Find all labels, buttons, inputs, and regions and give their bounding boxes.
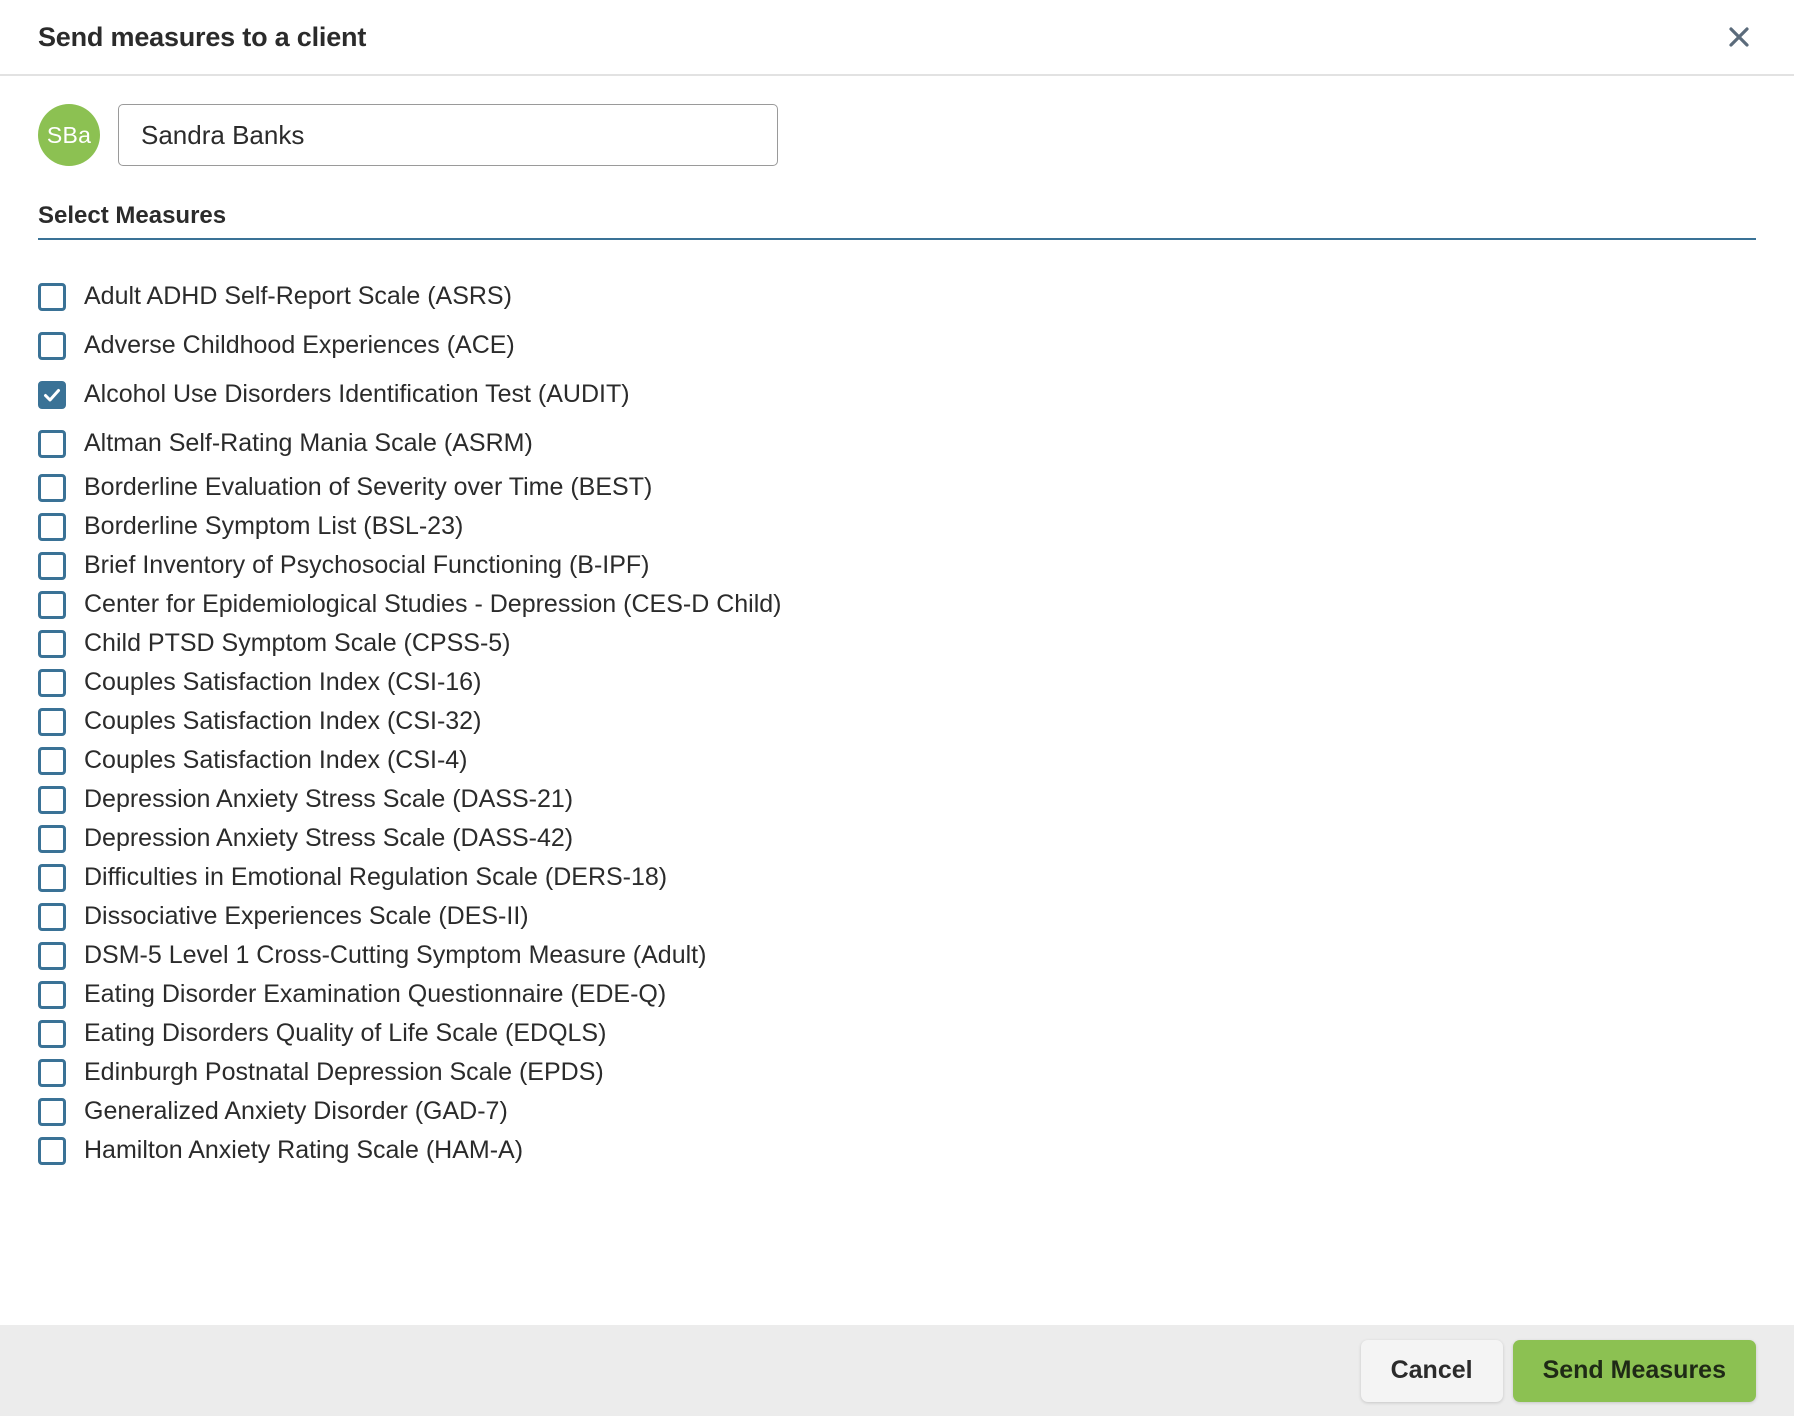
modal-footer: Cancel Send Measures [0, 1325, 1794, 1416]
checkbox-icon[interactable] [38, 331, 66, 360]
checkbox-icon[interactable] [38, 668, 66, 697]
close-icon-glyph [1729, 27, 1749, 47]
measure-row[interactable]: Edinburgh Postnatal Depression Scale (EP… [38, 1053, 1756, 1092]
measure-row[interactable]: Dissociative Experiences Scale (DES-II) [38, 897, 1756, 936]
modal-body: SBa Select Measures Adult ADHD Self-Repo… [0, 76, 1794, 1416]
measure-label: Depression Anxiety Stress Scale (DASS-21… [84, 785, 574, 813]
measure-row[interactable]: Alcohol Use Disorders Identification Tes… [38, 370, 1756, 419]
select-measures-heading: Select Measures [38, 202, 227, 229]
checkbox-icon[interactable] [38, 746, 66, 775]
measure-row[interactable]: Adverse Childhood Experiences (ACE) [38, 321, 1756, 370]
measure-row[interactable]: Depression Anxiety Stress Scale (DASS-42… [38, 819, 1756, 858]
measure-label: Generalized Anxiety Disorder (GAD-7) [84, 1097, 508, 1125]
measure-label: Couples Satisfaction Index (CSI-4) [84, 746, 468, 774]
checkbox-icon[interactable] [38, 429, 66, 458]
measure-label: Dissociative Experiences Scale (DES-II) [84, 902, 529, 930]
checkbox-icon[interactable] [38, 941, 66, 970]
close-icon[interactable] [1722, 20, 1756, 54]
measure-label: Adverse Childhood Experiences (ACE) [84, 331, 515, 359]
measure-label: Eating Disorders Quality of Life Scale (… [84, 1019, 607, 1047]
checkbox-checked-icon[interactable] [38, 380, 66, 409]
send-measures-button[interactable]: Send Measures [1512, 1339, 1756, 1402]
measure-row[interactable]: Couples Satisfaction Index (CSI-4) [38, 741, 1756, 780]
measure-row[interactable]: Eating Disorders Quality of Life Scale (… [38, 1014, 1756, 1053]
measure-label: DSM-5 Level 1 Cross-Cutting Symptom Meas… [84, 941, 707, 969]
checkbox-icon[interactable] [38, 1019, 66, 1048]
measure-row[interactable]: Borderline Evaluation of Severity over T… [38, 468, 1756, 507]
measure-row[interactable]: Eating Disorder Examination Questionnair… [38, 975, 1756, 1014]
checkbox-icon[interactable] [38, 512, 66, 541]
page-title: Send measures to a client [38, 21, 367, 52]
client-row: SBa [38, 76, 1756, 166]
measure-label: Borderline Symptom List (BSL-23) [84, 512, 464, 540]
checkbox-icon[interactable] [38, 902, 66, 931]
measures-list: Adult ADHD Self-Report Scale (ASRS) Adver… [38, 272, 1756, 1170]
avatar: SBa [38, 104, 100, 166]
section-divider [38, 238, 1756, 240]
checkbox-icon[interactable] [38, 629, 66, 658]
measure-label: Alcohol Use Disorders Identification Tes… [84, 380, 630, 408]
measure-row[interactable]: Adult ADHD Self-Report Scale (ASRS) [38, 272, 1756, 321]
checkbox-icon[interactable] [38, 473, 66, 502]
measure-label: Eating Disorder Examination Questionnair… [84, 980, 667, 1008]
measure-row[interactable]: Brief Inventory of Psychosocial Function… [38, 546, 1756, 585]
avatar-initials: SBa [46, 121, 92, 148]
measure-row[interactable]: Couples Satisfaction Index (CSI-32) [38, 702, 1756, 741]
measure-label: Center for Epidemiological Studies - Dep… [84, 590, 782, 618]
checkbox-icon[interactable] [38, 590, 66, 619]
checkbox-icon[interactable] [38, 282, 66, 311]
checkbox-icon[interactable] [38, 824, 66, 853]
measure-row[interactable]: Borderline Symptom List (BSL-23) [38, 507, 1756, 546]
measure-label: Altman Self-Rating Mania Scale (ASRM) [84, 429, 533, 457]
checkbox-icon[interactable] [38, 551, 66, 580]
measure-label: Depression Anxiety Stress Scale (DASS-42… [84, 824, 574, 852]
measure-label: Adult ADHD Self-Report Scale (ASRS) [84, 282, 512, 310]
measure-row[interactable]: Hamilton Anxiety Rating Scale (HAM-A) [38, 1131, 1756, 1170]
checkbox-icon[interactable] [38, 1136, 66, 1165]
measure-label: Hamilton Anxiety Rating Scale (HAM-A) [84, 1136, 524, 1164]
measure-row[interactable]: Difficulties in Emotional Regulation Sca… [38, 858, 1756, 897]
measure-row[interactable]: DSM-5 Level 1 Cross-Cutting Symptom Meas… [38, 936, 1756, 975]
measure-row[interactable]: Generalized Anxiety Disorder (GAD-7) [38, 1092, 1756, 1131]
measure-row[interactable]: Child PTSD Symptom Scale (CPSS-5) [38, 624, 1756, 663]
client-name-input[interactable] [118, 104, 778, 166]
measure-label: Difficulties in Emotional Regulation Sca… [84, 863, 668, 891]
measure-label: Borderline Evaluation of Severity over T… [84, 473, 653, 501]
measure-row[interactable]: Depression Anxiety Stress Scale (DASS-21… [38, 780, 1756, 819]
checkbox-icon[interactable] [38, 1097, 66, 1126]
modal-header: Send measures to a client [0, 0, 1794, 76]
measure-label: Brief Inventory of Psychosocial Function… [84, 551, 650, 579]
measure-row[interactable]: Couples Satisfaction Index (CSI-16) [38, 663, 1756, 702]
checkbox-icon[interactable] [38, 707, 66, 736]
checkbox-icon[interactable] [38, 980, 66, 1009]
send-measures-modal: Send measures to a client SBa Select Mea… [0, 0, 1794, 1416]
measure-label: Edinburgh Postnatal Depression Scale (EP… [84, 1058, 604, 1086]
measure-row[interactable]: Center for Epidemiological Studies - Dep… [38, 585, 1756, 624]
measure-label: Child PTSD Symptom Scale (CPSS-5) [84, 629, 511, 657]
cancel-button[interactable]: Cancel [1360, 1339, 1503, 1402]
measure-label: Couples Satisfaction Index (CSI-16) [84, 668, 482, 696]
checkbox-icon[interactable] [38, 785, 66, 814]
measure-label: Couples Satisfaction Index (CSI-32) [84, 707, 482, 735]
measure-row[interactable]: Altman Self-Rating Mania Scale (ASRM) [38, 419, 1756, 468]
checkbox-icon[interactable] [38, 863, 66, 892]
checkbox-icon[interactable] [38, 1058, 66, 1087]
